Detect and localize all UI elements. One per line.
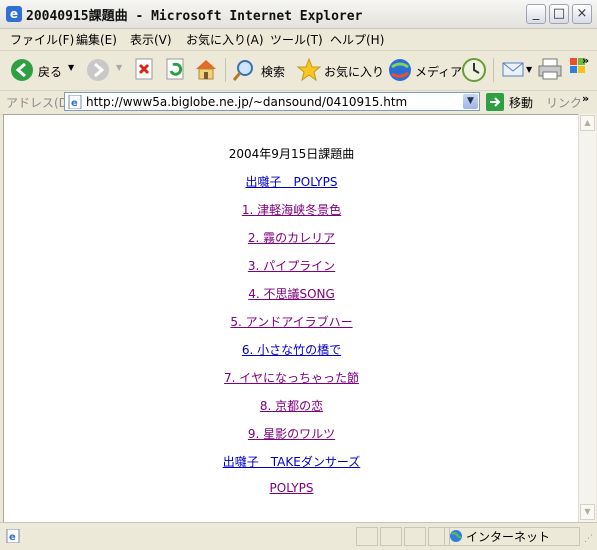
- menu-edit[interactable]: 編集(E): [76, 31, 117, 48]
- media-icon: [389, 59, 411, 81]
- mail-button[interactable]: ▼: [501, 57, 533, 83]
- song-link[interactable]: 出囃子 POLYPS: [246, 175, 338, 189]
- list-item: 1. 津軽海峡冬景色: [4, 201, 579, 218]
- status-pane: [356, 527, 378, 546]
- search-label: 検索: [261, 65, 286, 79]
- home-icon: [196, 60, 216, 80]
- status-pane: [380, 527, 402, 546]
- song-link[interactable]: 5. アンドアイラブハー: [230, 315, 352, 329]
- forward-arrow-icon: [87, 59, 109, 81]
- title-bar: e 20040915課題曲 - Microsoft Internet Explo…: [0, 0, 597, 29]
- go-arrow-icon: [486, 93, 504, 111]
- browser-window: e 20040915課題曲 - Microsoft Internet Explo…: [0, 0, 597, 550]
- search-button[interactable]: 検索: [232, 57, 290, 83]
- song-link[interactable]: 2. 霧のカレリア: [248, 231, 335, 245]
- forward-button[interactable]: ▼: [86, 57, 126, 83]
- page-status-icon: e: [6, 529, 20, 543]
- song-link[interactable]: POLYPS: [270, 481, 314, 495]
- standard-toolbar: 戻る ▼ ▼ 検索 お気に入り メディア ▼ »: [0, 50, 597, 91]
- menu-help[interactable]: ヘルプ(H): [330, 31, 384, 48]
- print-button[interactable]: [537, 57, 563, 83]
- list-item: 3. パイプライン: [4, 257, 579, 274]
- menu-view[interactable]: 表示(V): [130, 31, 172, 48]
- mail-dropdown-icon[interactable]: ▼: [526, 65, 532, 74]
- list-item: 7. イヤになっちゃった節: [4, 369, 579, 386]
- song-link[interactable]: 3. パイプライン: [248, 259, 335, 273]
- list-item: 8. 京都の恋: [4, 397, 579, 414]
- maximize-button[interactable]: □: [549, 4, 569, 24]
- song-link[interactable]: 4. 不思議SONG: [248, 287, 335, 301]
- forward-dropdown-icon[interactable]: ▼: [116, 63, 122, 72]
- scroll-up-button[interactable]: ▲: [580, 115, 595, 131]
- scroll-down-button[interactable]: ▼: [580, 504, 595, 520]
- song-link[interactable]: 8. 京都の恋: [260, 399, 323, 413]
- address-url: http://www5a.biglobe.ne.jp/~dansound/041…: [86, 95, 408, 109]
- song-link[interactable]: 9. 星影のワルツ: [248, 427, 335, 441]
- minimize-button[interactable]: _: [526, 4, 546, 24]
- internet-zone-icon: [450, 530, 462, 542]
- song-link[interactable]: 1. 津軽海峡冬景色: [242, 203, 341, 217]
- close-button[interactable]: ×: [572, 4, 592, 24]
- print-icon: [538, 58, 562, 80]
- address-input[interactable]: e http://www5a.biglobe.ne.jp/~dansound/0…: [64, 92, 480, 111]
- back-dropdown-icon[interactable]: ▼: [68, 63, 74, 72]
- back-arrow-icon: [11, 59, 33, 81]
- list-item: 2. 霧のカレリア: [4, 229, 579, 246]
- back-label: 戻る: [38, 65, 63, 79]
- list-item: 6. 小さな竹の橋で: [4, 341, 579, 358]
- favorites-label: お気に入り: [324, 65, 385, 79]
- menu-bar: ファイル(F) 編集(E) 表示(V) お気に入り(A) ツール(T) ヘルプ(…: [0, 28, 597, 73]
- stop-button[interactable]: [133, 57, 155, 83]
- list-item: 出囃子 POLYPS: [4, 173, 579, 190]
- address-bar: アドレス(D) e http://www5a.biglobe.ne.jp/~da…: [0, 90, 597, 115]
- links-label[interactable]: リンク: [546, 94, 582, 111]
- media-label: メディア: [415, 65, 463, 79]
- media-button[interactable]: メディア: [387, 57, 462, 83]
- back-button[interactable]: 戻る ▼: [8, 57, 78, 83]
- window-title: 20040915課題曲 - Microsoft Internet Explore…: [26, 9, 363, 24]
- refresh-icon: [166, 58, 184, 80]
- maximize-icon: □: [552, 6, 566, 21]
- address-label: アドレス(D): [6, 96, 73, 110]
- svg-text:e: e: [71, 98, 78, 109]
- toolbar-separator: [493, 58, 494, 82]
- history-button[interactable]: [461, 57, 487, 83]
- mail-icon: [502, 62, 524, 77]
- ie-page-icon: e: [6, 6, 22, 22]
- list-item: 5. アンドアイラブハー: [4, 313, 579, 330]
- list-item: 出囃子 TAKEダンサーズ: [4, 453, 579, 470]
- song-link[interactable]: 出囃子 TAKEダンサーズ: [223, 455, 360, 469]
- toolbar-overflow-icon[interactable]: »: [582, 54, 589, 67]
- list-item: 4. 不思議SONG: [4, 285, 579, 302]
- search-icon: [232, 60, 253, 81]
- zone-label: インターネット: [466, 530, 551, 544]
- status-pane: [404, 527, 426, 546]
- ie-page-icon: e: [68, 95, 82, 109]
- status-bar: e インターネット ⋰: [0, 522, 597, 550]
- song-link[interactable]: 6. 小さな竹の橋で: [242, 343, 341, 357]
- list-item: POLYPS: [4, 481, 579, 495]
- svg-text:e: e: [9, 532, 16, 543]
- favorites-button[interactable]: お気に入り: [296, 57, 384, 83]
- links-overflow-icon[interactable]: »: [582, 92, 589, 105]
- minimize-icon: _: [532, 6, 540, 21]
- page-heading: 2004年9月15日課題曲: [228, 147, 355, 161]
- resize-grip-icon[interactable]: ⋰: [584, 534, 593, 544]
- go-label: 移動: [509, 96, 534, 110]
- menu-favorites[interactable]: お気に入り(A): [186, 31, 264, 48]
- page-content: 2004年9月15日課題曲 出囃子 POLYPS 1. 津軽海峡冬景色 2. 霧のカ…: [3, 114, 579, 523]
- song-link[interactable]: 7. イヤになっちゃった節: [224, 371, 359, 385]
- stop-icon: [135, 58, 153, 80]
- menu-tools[interactable]: ツール(T): [270, 31, 323, 48]
- history-icon: [462, 58, 486, 82]
- close-icon: ×: [576, 6, 588, 21]
- address-dropdown-icon[interactable]: ▼: [463, 94, 478, 109]
- refresh-button[interactable]: [164, 57, 186, 83]
- list-item: 9. 星影のワルツ: [4, 425, 579, 442]
- vertical-scrollbar[interactable]: ▲ ▼: [578, 114, 596, 522]
- menu-file[interactable]: ファイル(F): [10, 31, 74, 48]
- toolbar-separator: [225, 58, 226, 82]
- favorites-star-icon: [296, 57, 322, 82]
- home-button[interactable]: [194, 57, 218, 83]
